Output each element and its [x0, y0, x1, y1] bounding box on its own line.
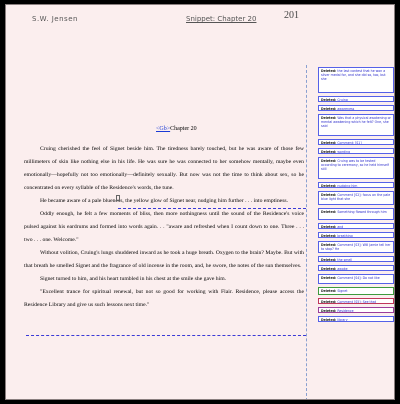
header-title: Snippet: Chapter 20 [186, 15, 257, 23]
comment-balloon[interactable]: Deleted: library [318, 316, 394, 322]
comment-balloon[interactable]: Deleted: Cruing [318, 96, 394, 102]
comment-balloon[interactable]: Deleted: Comment [S3]: Will Jamie tell h… [318, 241, 394, 253]
comment-label: Deleted: [321, 225, 337, 229]
comment-label: Deleted: [321, 234, 337, 238]
tracked-change-underline [26, 335, 306, 336]
comment-balloon[interactable]: Deleted: and [318, 223, 394, 229]
chapter-heading: <Gb>Chapter 20 [156, 126, 197, 132]
comment-text: awareness [337, 107, 355, 111]
paragraph[interactable]: Cruing cherished the feel of Signet besi… [24, 143, 304, 195]
comment-text: Residence [337, 309, 354, 313]
comment-balloon[interactable]: Deleted: Was that a physical awakening o… [318, 114, 394, 136]
comment-balloon[interactable]: Deleted: awoke [318, 265, 394, 271]
comment-text: the smell [337, 258, 353, 262]
comment-text: Comment [S5]: See that [337, 300, 377, 304]
paragraph[interactable]: Signet turned to him, and his heart tumb… [24, 273, 304, 286]
comment-balloon[interactable]: Deleted: Residence [318, 307, 394, 313]
comment-label: Deleted: [321, 276, 337, 280]
comment-balloon[interactable]: Deleted: Comment [S2]: focus on the pale… [318, 191, 394, 205]
comment-anchor-line [306, 65, 311, 399]
tracked-change-connector [118, 208, 306, 209]
chapter-title: Chapter 20 [170, 126, 197, 132]
comment-text: wording [337, 150, 351, 154]
paragraph[interactable]: Oddly enough, he felt a few moments of b… [24, 208, 304, 247]
comment-balloon[interactable]: Deleted: Something flowed through him [318, 208, 394, 220]
comment-label: Deleted: [321, 150, 337, 154]
comment-balloon[interactable]: Deleted: Signet [318, 287, 394, 295]
comment-text: breathing [337, 234, 353, 238]
paragraph[interactable]: "Excellent trance for spiritual renewal,… [24, 286, 304, 312]
comment-label: Deleted: [321, 289, 337, 293]
comment-text: awoke [337, 267, 348, 271]
comment-label: Deleted: [321, 107, 337, 111]
comment-text: Cruing [337, 98, 348, 102]
chapter-style-tag[interactable]: <Gb> [156, 126, 170, 132]
comment-label: Deleted: [321, 210, 337, 214]
comment-text: Comment [S4]: Do not like [337, 276, 380, 280]
comments-margin: Deleted: the last contest that he won a … [318, 67, 394, 399]
page-number: 201 [284, 10, 299, 21]
comment-balloon[interactable]: Deleted: breathing [318, 232, 394, 238]
comment-balloon[interactable]: Deleted: Comment [S5]: See that [318, 298, 394, 304]
comment-balloon[interactable]: Deleted: Comment [S4]: Do not like [318, 274, 394, 284]
comment-balloon[interactable]: Deleted: awareness [318, 105, 394, 111]
header-author: S.W. Jensen [32, 15, 78, 23]
comment-label: Deleted: [321, 267, 337, 271]
comment-text: Something flowed through him [337, 210, 387, 214]
comment-label: Deleted: [321, 141, 337, 145]
comment-balloon[interactable]: Deleted: the last contest that he won a … [318, 67, 394, 93]
comment-text: and [337, 225, 344, 229]
comment-label: Deleted: [321, 184, 337, 188]
comment-label: Deleted: [321, 98, 337, 102]
comment-label: Deleted: [321, 309, 337, 313]
document-body[interactable]: Cruing cherished the feel of Signet besi… [24, 143, 304, 312]
paragraph[interactable]: Without volition, Cruing's lungs shudder… [24, 247, 304, 273]
comment-balloon[interactable]: Deleted: Cruing was to be tested accordi… [318, 157, 394, 179]
comment-balloon[interactable]: Deleted: Comment: [S1] [318, 139, 394, 145]
comment-label: Deleted: [321, 318, 337, 322]
comment-text: library [337, 318, 348, 322]
comment-text: Signet [337, 289, 348, 293]
comment-label: Deleted: [321, 258, 337, 262]
comment-balloon[interactable]: Deleted: nudging him [318, 182, 394, 188]
comment-balloon[interactable]: Deleted: the smell [318, 256, 394, 262]
comment-text: Comment: [S1] [337, 141, 362, 145]
document-page: S.W. Jensen Snippet: Chapter 20 201 <Gb>… [5, 4, 395, 400]
cursor-marker [116, 195, 120, 201]
comment-text: nudging him [337, 184, 358, 188]
comment-balloon[interactable]: Deleted: wording [318, 148, 394, 154]
paragraph[interactable]: He became aware of a pale blueness, the … [24, 195, 304, 208]
comment-label: Deleted: [321, 300, 337, 304]
